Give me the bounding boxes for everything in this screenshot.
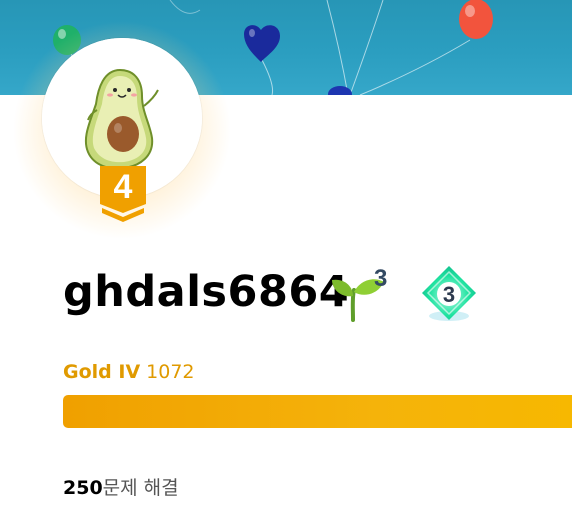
rank-badge[interactable]: 3: [416, 262, 482, 328]
level-badge-number: 4: [113, 168, 133, 206]
rating-progress-fill: [63, 395, 572, 428]
username: ghdals6864: [63, 267, 350, 317]
tier-rating: 1072: [146, 361, 195, 383]
solved-label: 문제 해결: [102, 477, 179, 499]
tier-name: Gold IV: [63, 361, 141, 383]
level-badge: 4: [100, 166, 146, 222]
solved-count: 250: [63, 477, 103, 499]
tier-line: Gold IV 1072: [63, 360, 195, 384]
sprout-icon: 3: [332, 265, 387, 322]
class-level: 3: [374, 265, 387, 292]
class-badge[interactable]: 3: [326, 262, 402, 324]
rating-progress-bar: [63, 395, 572, 428]
diamond-badge-icon: 3: [422, 266, 476, 321]
solved-stats: 250문제 해결: [63, 476, 179, 500]
rank-badge-number: 3: [443, 282, 455, 307]
